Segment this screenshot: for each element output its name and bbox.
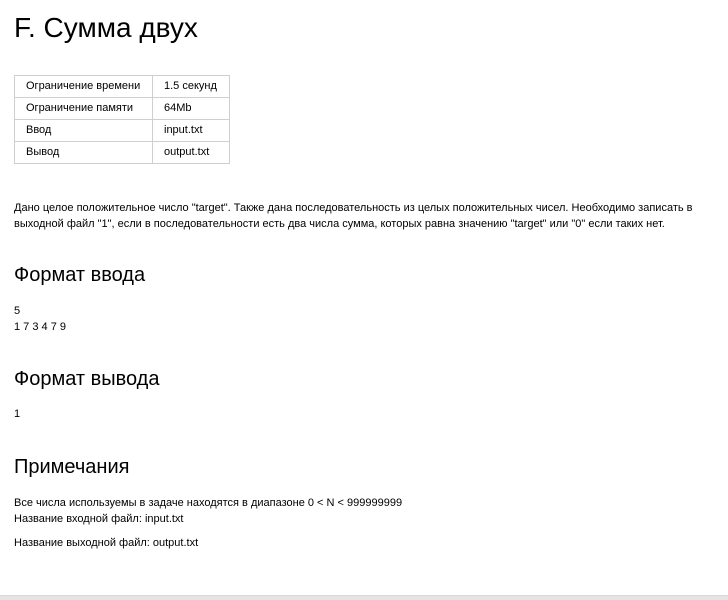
input-example-line-1: 5 — [14, 305, 21, 317]
limit-key-time: Ограничение времени — [14, 75, 153, 98]
limit-value-input: input.txt — [152, 119, 230, 142]
notes-output-file-line: Название выходной файл: output.txt — [14, 537, 199, 549]
notes-range-line: Все числа используемы в задаче находятся… — [14, 497, 403, 509]
notes-heading: Примечания — [14, 456, 130, 478]
limit-key-input: Ввод — [14, 119, 153, 142]
table-row: Ограничение памяти 64Mb — [14, 97, 230, 120]
problem-legend: Дано целое положительное число "target".… — [14, 202, 693, 230]
input-format-heading: Формат ввода — [14, 264, 146, 286]
bottom-scrollbar-strip — [0, 595, 728, 600]
limit-value-output: output.txt — [152, 141, 230, 164]
limits-table: Ограничение времени 1.5 секунд Ограничен… — [14, 75, 230, 164]
limit-value-memory: 64Mb — [152, 97, 230, 120]
limit-key-output: Вывод — [14, 141, 153, 164]
limit-key-memory: Ограничение памяти — [14, 97, 153, 120]
table-row: Ввод input.txt — [14, 119, 230, 142]
input-example-line-2: 1 7 3 4 7 9 — [14, 321, 66, 333]
table-row: Вывод output.txt — [14, 141, 230, 164]
problem-title: F. Сумма двух — [14, 12, 198, 43]
output-format-heading: Формат вывода — [14, 368, 160, 390]
limit-value-time: 1.5 секунд — [152, 75, 230, 98]
output-example-line-1: 1 — [14, 408, 21, 420]
notes-input-file-line: Название входной файл: input.txt — [14, 513, 184, 525]
table-row: Ограничение времени 1.5 секунд — [14, 75, 230, 98]
